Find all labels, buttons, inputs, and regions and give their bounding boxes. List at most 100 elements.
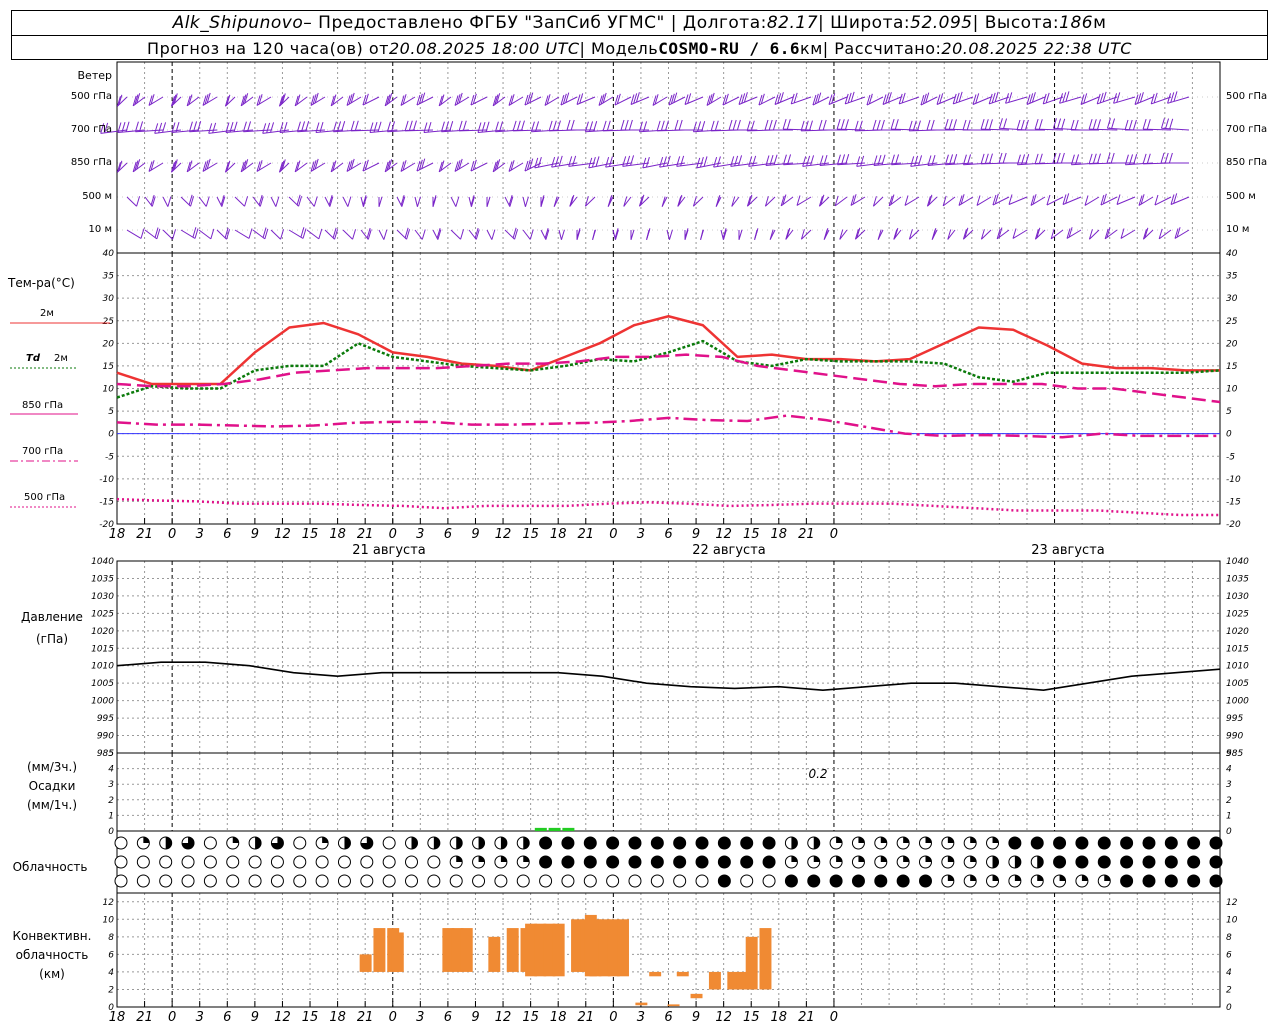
temp-time-axis-tick-label: 9 [471, 527, 479, 542]
temp-time-axis-tick-label: 6 [223, 527, 231, 542]
wind-barb-feather [205, 196, 210, 207]
cloud-cover-symbol [1187, 836, 1201, 850]
cloud-cover-symbol [1164, 874, 1178, 888]
wind-barb-feather [734, 155, 739, 166]
conv-bar [708, 971, 721, 990]
wind-barb-feather [703, 156, 708, 167]
cloud-cover-symbol [583, 874, 597, 888]
wind-barb-feather [158, 122, 163, 133]
pressure-tick-label-left: 1000 [91, 697, 114, 707]
wind-barb-shaft [414, 196, 418, 207]
wind-barb-feather [1165, 118, 1170, 129]
wind-barb-feather [872, 119, 877, 131]
cloud-cover-symbol [606, 855, 620, 869]
cloud-cover-symbol [1120, 874, 1134, 888]
wind-barb-feather [350, 120, 355, 131]
pressure-tick-label-left: 995 [97, 714, 114, 724]
cloud-circle [382, 855, 396, 869]
wind-barb-feather [918, 155, 923, 166]
wind-barb-feather [802, 156, 807, 167]
wind-barb-shaft [360, 229, 369, 240]
wind-barb [888, 194, 902, 207]
wind-barb [432, 195, 437, 207]
conv-time-axis-tick-label: 3 [637, 1010, 645, 1024]
conv-tick-label-left: 10 [103, 915, 115, 925]
wind-barb [898, 92, 920, 105]
temp-tick-label-right: 10 [1226, 385, 1238, 395]
cloud-cover-symbol [226, 836, 240, 850]
wind-barb-shaft [522, 229, 531, 240]
cloud-cover-symbol [941, 874, 955, 888]
wind-barb [252, 194, 264, 207]
wind-barb-feather [808, 120, 813, 131]
conv-time-axis-tick-label: 0 [830, 1010, 838, 1024]
cloud-cover-symbol [717, 836, 731, 850]
wind-barb-shaft [342, 229, 353, 240]
wind-barb [684, 228, 689, 240]
wind-barb [400, 160, 416, 172]
precip-annotation: 0.2 [808, 767, 827, 781]
wind-barb-feather [714, 120, 719, 131]
wind-barb-feather [764, 119, 769, 131]
wind-barb [438, 94, 452, 107]
wind-barb-feather [462, 120, 467, 131]
cloud-cover-symbol [851, 855, 865, 869]
cloud-circle [270, 874, 284, 888]
wind-barb-feather [645, 157, 650, 168]
wind-barb [992, 193, 1010, 206]
temp-time-axis-tick-label: 21 [578, 527, 595, 542]
wind-barb-feather [455, 196, 460, 207]
wind-barb-feather [1070, 119, 1075, 131]
wind-barb-feather [953, 154, 958, 165]
cloud-circle [583, 836, 597, 850]
wind-barb [1116, 194, 1136, 205]
cloud-cover-symbol [628, 836, 642, 850]
wind-barb-feather [901, 92, 906, 104]
precip-title: Осадки [29, 779, 76, 793]
wind-barb [720, 228, 727, 240]
wind-barb-feather [1153, 92, 1158, 104]
wind-barb-feather [1160, 118, 1165, 129]
wind-barb-shaft [324, 196, 331, 207]
wind-barb-feather [548, 120, 553, 131]
wind-barb [769, 229, 776, 240]
cloud-cover-symbol [1209, 836, 1223, 850]
wind-barb [162, 229, 177, 240]
conv-title-2: облачность [16, 948, 89, 962]
cloud-circle [896, 874, 910, 888]
wind-barb [764, 196, 776, 207]
wind-barb-feather [421, 229, 426, 240]
cloud-circle [561, 855, 575, 869]
wind-barb [360, 195, 367, 207]
wind-barb-shaft [504, 196, 511, 207]
cloud-cover-symbol [606, 874, 620, 888]
wind-barb [661, 196, 668, 207]
wind-barb-feather [408, 120, 413, 131]
wind-barb [850, 194, 866, 206]
cloud-circle [248, 874, 262, 888]
cloud-cover-symbol [1008, 855, 1022, 869]
wind-barb [558, 229, 565, 240]
cloud-circle [1142, 874, 1156, 888]
cloud-cover-symbol [941, 855, 955, 869]
wind-barb-feather [1062, 92, 1067, 103]
cloud-cover-symbol [851, 874, 865, 888]
cloud-circle [762, 855, 776, 869]
legend-500-label: 500 гПа [24, 492, 65, 503]
temp-time-axis-tick-label: 12 [715, 527, 732, 542]
wind-barb-shaft [126, 229, 142, 239]
cloud-cover-symbol [449, 855, 463, 869]
wind-barb-feather [1142, 119, 1147, 130]
cloud-cover-symbol [963, 855, 977, 869]
wind-barb-feather [958, 91, 963, 102]
cloud-circle [673, 836, 687, 850]
conv-bar [373, 928, 386, 972]
cloud-circle [1075, 836, 1089, 850]
wind-barb [1113, 92, 1136, 104]
cloud-fraction [970, 856, 977, 862]
cloud-fraction [478, 856, 485, 862]
cloud-circle [1164, 874, 1178, 888]
wind-barb-shaft [396, 196, 403, 207]
precip-tick-label-left: 1 [108, 811, 114, 821]
wind-barb-feather [572, 155, 577, 166]
